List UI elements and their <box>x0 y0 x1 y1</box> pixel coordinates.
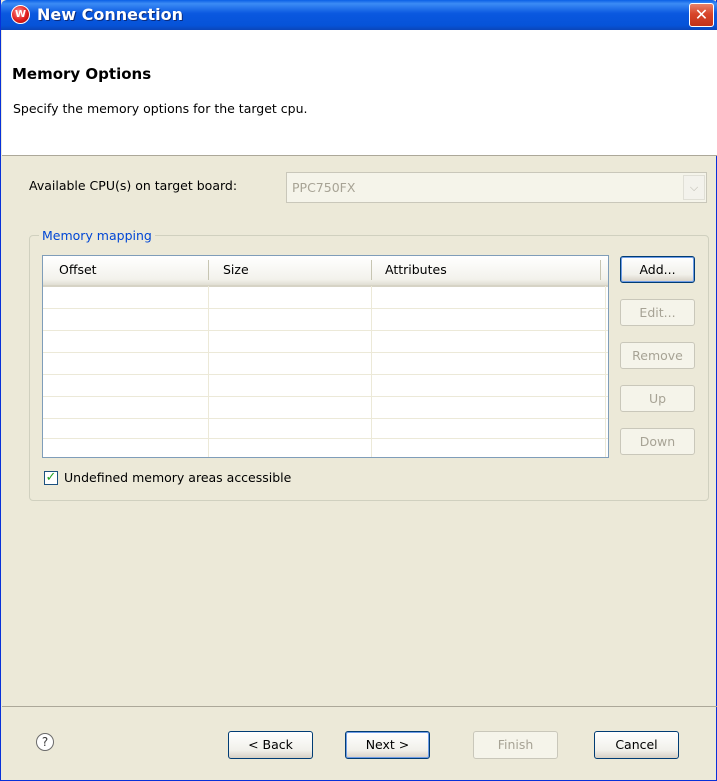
next-button[interactable]: Next > <box>345 731 430 759</box>
memory-mapping-title: Memory mapping <box>39 228 155 243</box>
memory-mapping-table[interactable]: Offset Size Attributes <box>42 255 609 458</box>
back-button[interactable]: < Back <box>228 731 313 759</box>
column-header-offset[interactable]: Offset <box>59 262 97 277</box>
cancel-button[interactable]: Cancel <box>594 731 679 759</box>
column-grid-line <box>605 286 606 457</box>
table-header: Offset Size Attributes <box>43 256 608 287</box>
close-icon[interactable]: ✕ <box>689 3 714 27</box>
column-divider[interactable] <box>371 260 372 280</box>
page-title: Memory Options <box>12 65 152 83</box>
help-icon[interactable]: ? <box>36 733 54 751</box>
table-row[interactable] <box>43 330 608 331</box>
down-button[interactable]: Down <box>620 428 695 455</box>
table-row[interactable] <box>43 374 608 375</box>
app-logo-icon: W <box>11 5 30 24</box>
table-row[interactable] <box>43 352 608 353</box>
page-description: Specify the memory options for the targe… <box>13 101 308 116</box>
column-divider[interactable] <box>208 260 209 280</box>
table-row[interactable] <box>43 396 608 397</box>
column-grid-line <box>208 286 209 457</box>
table-row[interactable] <box>43 308 608 309</box>
new-connection-dialog: W New Connection ✕ Memory Options Specif… <box>0 0 717 781</box>
finish-button[interactable]: Finish <box>473 731 558 759</box>
wizard-header: Memory Options Specify the memory option… <box>2 30 717 156</box>
footer-divider <box>2 706 717 707</box>
table-row[interactable] <box>43 438 608 439</box>
column-header-size[interactable]: Size <box>223 262 249 277</box>
cpu-label: Available CPU(s) on target board: <box>29 178 238 193</box>
chevron-down-icon[interactable]: ⌵ <box>683 175 705 200</box>
title-bar[interactable]: W New Connection ✕ <box>1 0 717 30</box>
cpu-select[interactable]: PPC750FX ⌵ <box>286 172 707 203</box>
column-grid-line <box>371 286 372 457</box>
column-header-attributes[interactable]: Attributes <box>385 262 447 277</box>
edit-button[interactable]: Edit... <box>620 299 695 326</box>
column-divider[interactable] <box>600 260 601 280</box>
cpu-select-value: PPC750FX <box>292 180 356 195</box>
table-row[interactable] <box>43 418 608 419</box>
remove-button[interactable]: Remove <box>620 342 695 369</box>
undefined-memory-checkbox[interactable]: ✓ <box>44 471 58 485</box>
add-button[interactable]: Add... <box>620 256 695 283</box>
window-title: New Connection <box>37 5 183 24</box>
undefined-memory-label[interactable]: Undefined memory areas accessible <box>64 470 291 485</box>
up-button[interactable]: Up <box>620 385 695 412</box>
